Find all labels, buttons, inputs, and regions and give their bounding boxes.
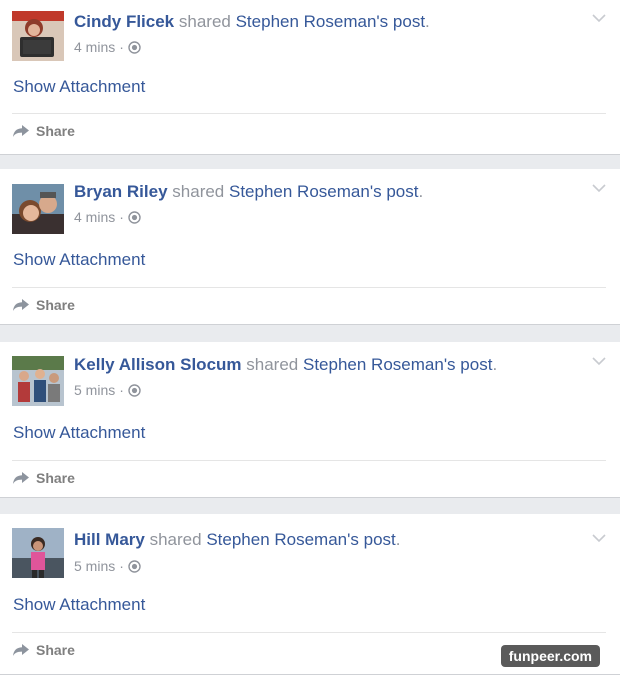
meta-separator: · xyxy=(119,39,124,55)
share-button[interactable]: Share xyxy=(12,123,75,139)
post-meta: 5 mins · xyxy=(74,558,141,574)
shared-text: shared xyxy=(246,355,299,374)
share-arrow-icon xyxy=(13,472,29,484)
share-arrow-icon xyxy=(13,644,29,656)
globe-icon[interactable] xyxy=(128,40,141,54)
post-headline: Bryan Riley shared Stephen Roseman's pos… xyxy=(74,182,580,202)
avatar[interactable] xyxy=(12,528,64,578)
post-link[interactable]: post xyxy=(386,182,418,201)
share-button[interactable]: Share xyxy=(12,642,75,658)
share-label: Share xyxy=(36,642,75,658)
avatar[interactable] xyxy=(12,11,64,61)
author-name-link[interactable]: Bryan Riley xyxy=(74,182,168,201)
globe-icon[interactable] xyxy=(128,383,141,397)
avatar-photo xyxy=(12,356,64,406)
timestamp-link[interactable]: 4 mins xyxy=(74,39,115,55)
share-button[interactable]: Share xyxy=(12,297,75,313)
chevron-down-icon[interactable] xyxy=(592,13,606,23)
globe-icon[interactable] xyxy=(128,559,141,573)
shared-text: shared xyxy=(178,12,231,31)
chevron-down-icon[interactable] xyxy=(592,183,606,193)
feed-post: Cindy Flicek shared Stephen Roseman's po… xyxy=(0,0,620,155)
share-arrow-icon xyxy=(13,299,29,311)
timestamp-link[interactable]: 5 mins xyxy=(74,558,115,574)
divider xyxy=(12,632,606,633)
feed-post: Kelly Allison Slocum shared Stephen Rose… xyxy=(0,342,620,498)
post-meta: 4 mins · xyxy=(74,39,141,55)
chevron-down-icon[interactable] xyxy=(592,356,606,366)
post-headline: Hill Mary shared Stephen Roseman's post. xyxy=(74,530,580,550)
share-button[interactable]: Share xyxy=(12,470,75,486)
post-link[interactable]: post xyxy=(364,530,396,549)
meta-separator: · xyxy=(119,382,124,398)
period-text: . xyxy=(425,12,430,31)
post-headline: Kelly Allison Slocum shared Stephen Rose… xyxy=(74,355,580,375)
possessive-text: 's xyxy=(376,12,389,31)
post-link[interactable]: post xyxy=(460,355,492,374)
shared-text: shared xyxy=(149,530,202,549)
original-author-link[interactable]: Stephen Roseman xyxy=(303,355,444,374)
author-name-link[interactable]: Kelly Allison Slocum xyxy=(74,355,242,374)
show-attachment-link[interactable]: Show Attachment xyxy=(13,595,145,615)
share-label: Share xyxy=(36,297,75,313)
divider xyxy=(12,287,606,288)
show-attachment-link[interactable]: Show Attachment xyxy=(13,423,145,443)
feed-post: Bryan Riley shared Stephen Roseman's pos… xyxy=(0,169,620,325)
possessive-text: 's xyxy=(369,182,382,201)
author-name-link[interactable]: Cindy Flicek xyxy=(74,12,174,31)
meta-separator: · xyxy=(119,558,124,574)
original-author-link[interactable]: Stephen Roseman xyxy=(206,530,347,549)
post-meta: 4 mins · xyxy=(74,209,141,225)
post-meta: 5 mins · xyxy=(74,382,141,398)
share-label: Share xyxy=(36,123,75,139)
timestamp-link[interactable]: 4 mins xyxy=(74,209,115,225)
period-text: . xyxy=(492,355,498,374)
show-attachment-link[interactable]: Show Attachment xyxy=(13,77,145,97)
divider xyxy=(12,460,606,461)
shared-text: shared xyxy=(172,182,225,201)
period-text: . xyxy=(418,182,424,201)
share-label: Share xyxy=(36,470,75,486)
possessive-text: 's xyxy=(443,355,456,374)
original-author-link[interactable]: Stephen Roseman xyxy=(229,182,370,201)
avatar-photo xyxy=(12,184,64,234)
timestamp-link[interactable]: 5 mins xyxy=(74,382,115,398)
avatar-photo xyxy=(12,528,64,578)
divider xyxy=(12,113,606,114)
share-arrow-icon xyxy=(13,125,29,137)
chevron-down-icon[interactable] xyxy=(592,533,606,543)
post-headline: Cindy Flicek shared Stephen Roseman's po… xyxy=(74,12,580,32)
avatar[interactable] xyxy=(12,184,64,234)
possessive-text: 's xyxy=(347,530,359,549)
show-attachment-link[interactable]: Show Attachment xyxy=(13,250,145,270)
post-link[interactable]: post xyxy=(393,12,425,31)
watermark: funpeer.com xyxy=(500,645,600,667)
globe-icon[interactable] xyxy=(128,210,141,224)
period-text: . xyxy=(395,530,401,549)
avatar[interactable] xyxy=(12,356,64,406)
original-author-link[interactable]: Stephen Roseman xyxy=(236,12,377,31)
avatar-photo xyxy=(12,11,64,61)
meta-separator: · xyxy=(119,209,124,225)
author-name-link[interactable]: Hill Mary xyxy=(74,530,145,549)
